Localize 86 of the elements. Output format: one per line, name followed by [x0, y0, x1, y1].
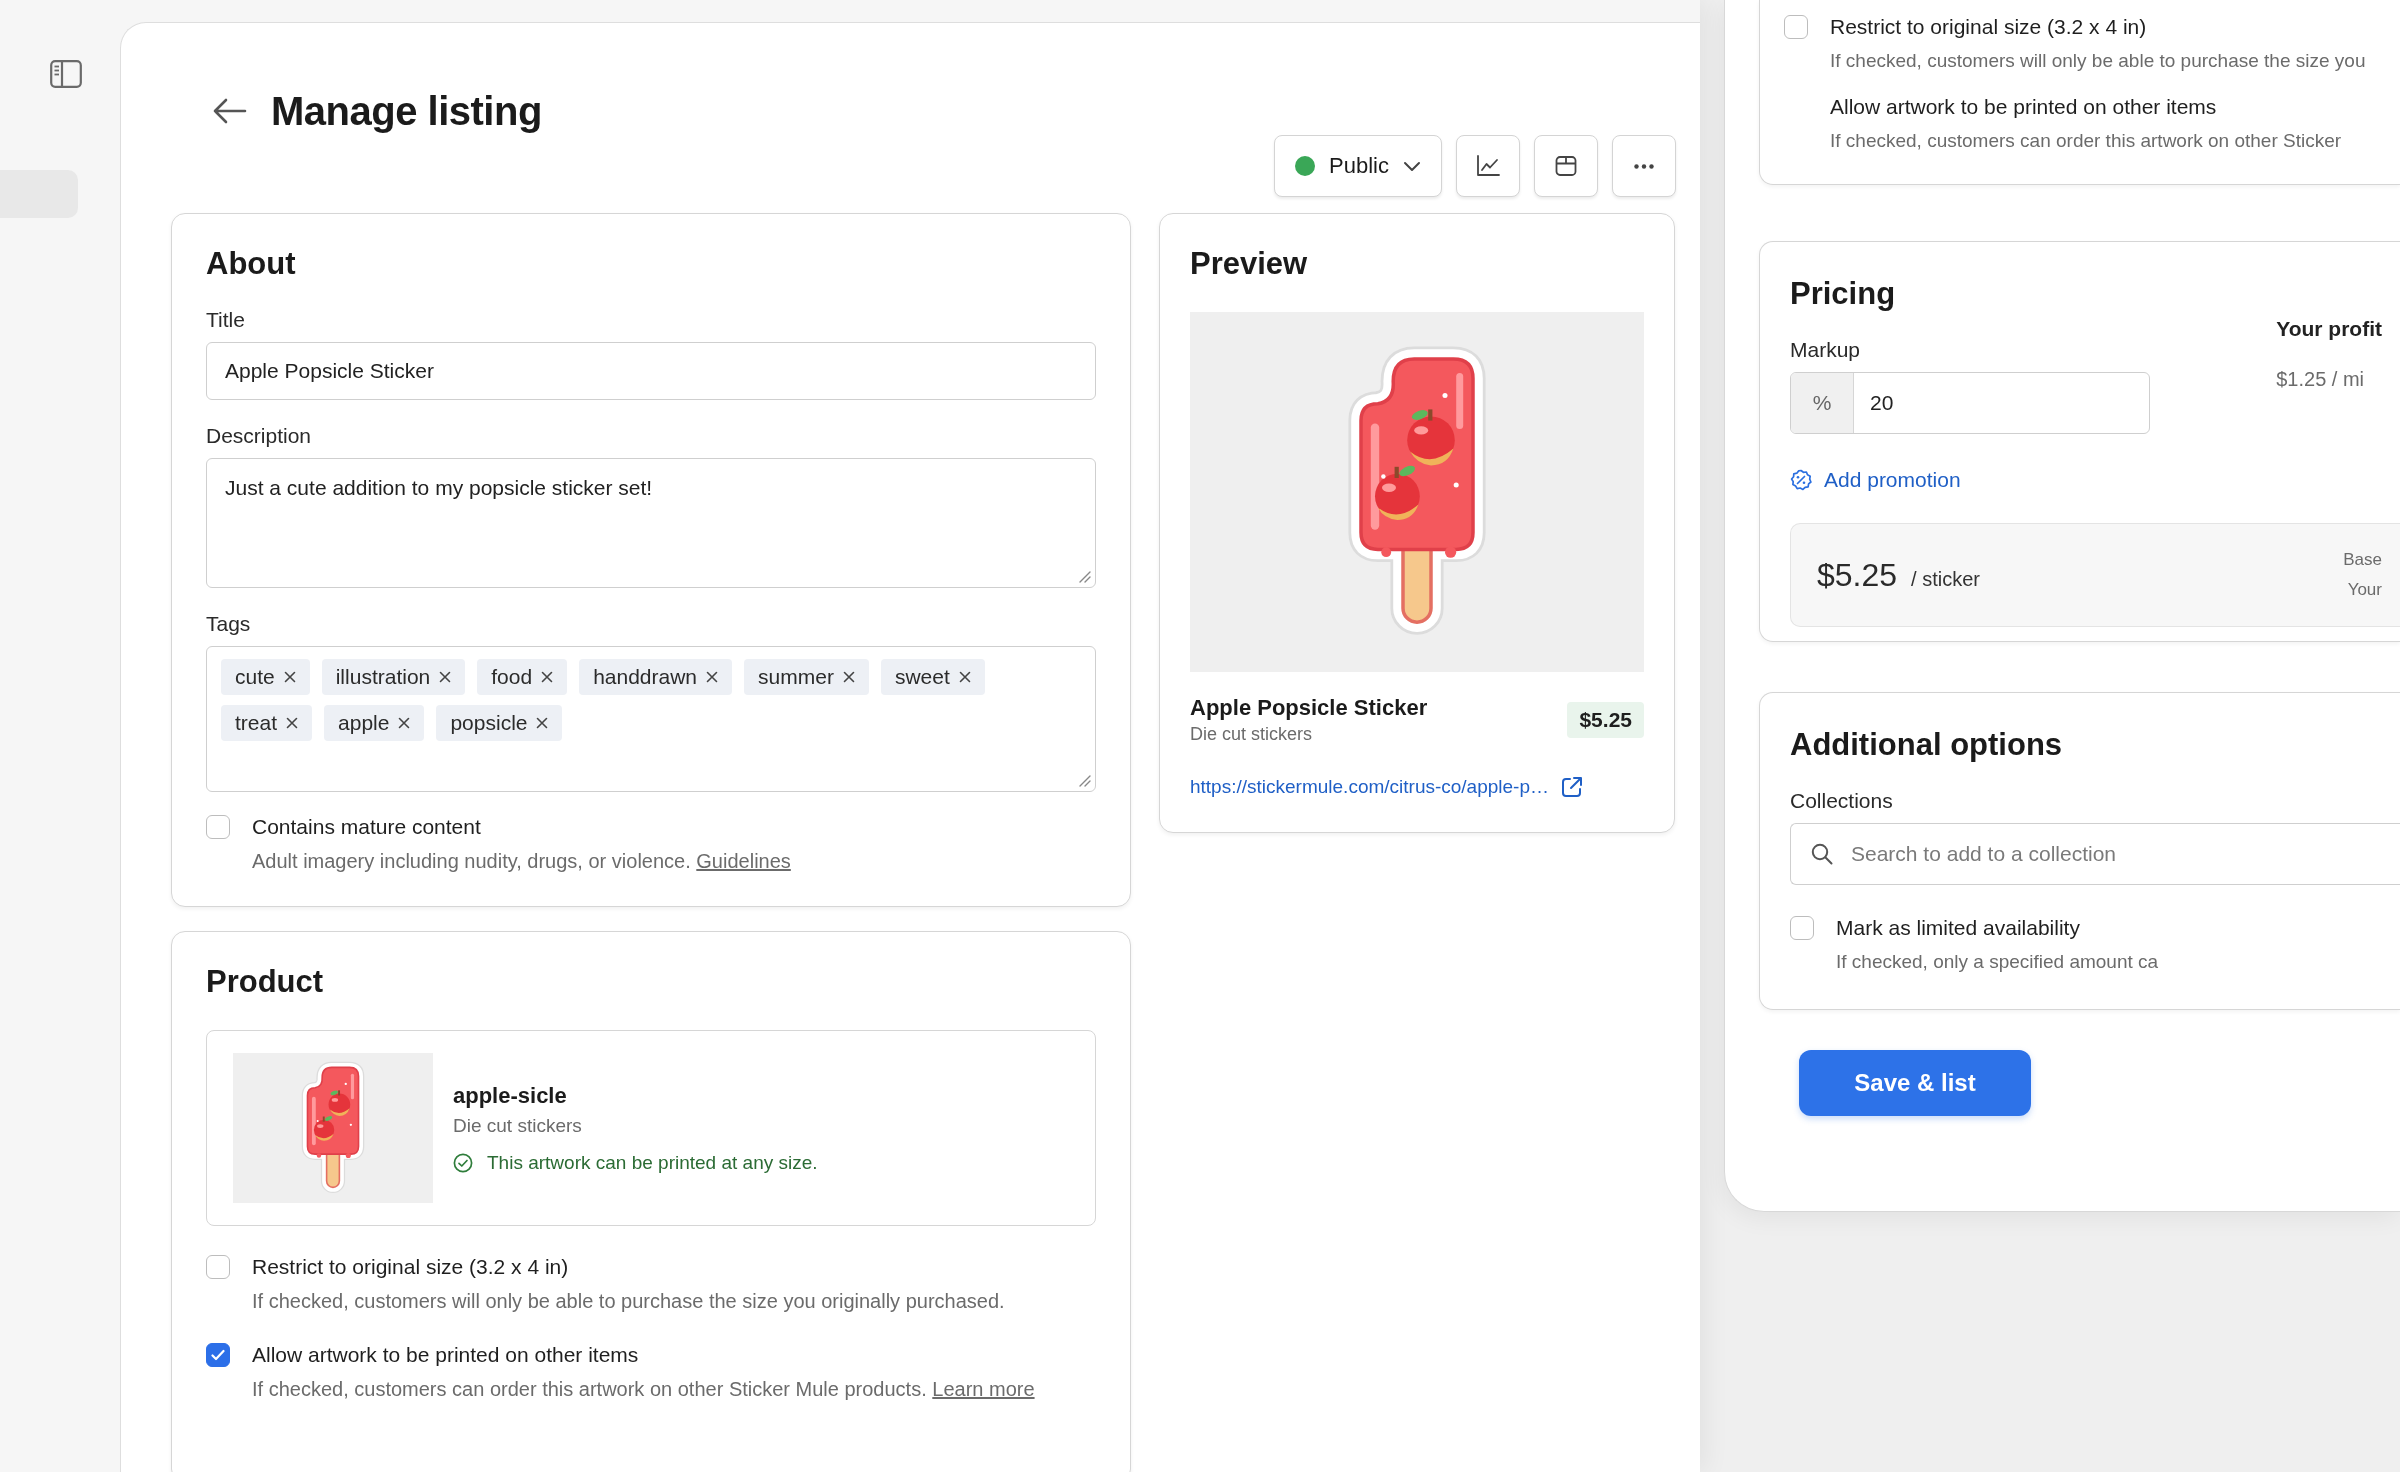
price-badge: $5.25	[1567, 702, 1644, 738]
listing-url-link[interactable]: https://stickermule.com/citrus-co/apple-p…	[1190, 776, 1549, 798]
checkbox[interactable]	[1790, 916, 1814, 940]
page-title: Manage listing	[271, 88, 542, 135]
save-button[interactable]: Save & list	[1799, 1050, 2031, 1116]
tag-label: treat	[235, 710, 278, 736]
back-arrow-icon[interactable]	[211, 97, 247, 125]
card-heading: Additional options	[1790, 727, 2064, 763]
sidebar-toggle-icon[interactable]	[50, 60, 82, 88]
more-icon	[1634, 163, 1654, 169]
close-icon[interactable]	[842, 671, 855, 683]
field-label: Tags	[206, 612, 252, 636]
line-chart-icon	[1476, 155, 1500, 177]
option-label: Allow artwork to be printed on other items	[1830, 94, 2218, 120]
card-heading: Preview	[1190, 246, 1309, 282]
option-description: If checked, customers will only be able to purchase the size you originally purchased.	[252, 1289, 1005, 1314]
field-label: Markup	[1790, 338, 1862, 362]
add-promotion-link[interactable]: Add promotion	[1790, 468, 1961, 492]
option-label: Contains mature content	[252, 814, 482, 840]
option-description: If checked, only a specified amount ca	[1836, 950, 2159, 974]
tag-label: handdrawn	[593, 664, 698, 690]
option-description: Adult imagery including nudity, drugs, or violence. Guidelines	[252, 849, 791, 874]
tag-label: cute	[235, 664, 275, 690]
option-label: Allow artwork to be printed on other items	[252, 1342, 640, 1368]
total-price: $5.25	[1817, 556, 1898, 594]
markup-input[interactable]: % 20	[1790, 372, 2150, 434]
discount-badge-icon	[1790, 469, 1812, 491]
checkbox[interactable]	[1784, 15, 1808, 39]
sticker-type: Die cut stickers	[1190, 723, 1314, 746]
resize-handle-icon[interactable]	[1079, 775, 1091, 787]
package-button[interactable]	[1534, 135, 1598, 197]
collection-search-field[interactable]: Search to add to a collection	[1790, 823, 2400, 885]
visibility-dropdown[interactable]: Public	[1274, 135, 1442, 197]
product-name: apple-sicle	[453, 1082, 568, 1110]
close-icon[interactable]	[706, 671, 719, 683]
card-heading: Pricing	[1790, 276, 1897, 312]
checkmark-icon	[211, 1349, 225, 1361]
option-label: Mark as limited availability	[1836, 915, 2081, 941]
tag-label: sweet	[894, 664, 950, 690]
field-label: Description	[206, 424, 313, 448]
checkbox[interactable]	[206, 1343, 230, 1367]
search-icon	[1811, 843, 1833, 865]
percent-addon: %	[1791, 373, 1854, 433]
breakdown-label: Base	[2343, 550, 2382, 570]
close-icon[interactable]	[958, 671, 971, 683]
product-type: Die cut stickers	[453, 1114, 583, 1138]
chevron-down-icon	[1403, 160, 1421, 172]
close-icon[interactable]	[541, 671, 554, 683]
card-heading: Product	[206, 964, 325, 1000]
close-icon[interactable]	[536, 717, 549, 729]
close-icon[interactable]	[398, 717, 411, 729]
card-heading: About	[206, 246, 297, 282]
title-input[interactable]: Apple Popsicle Sticker	[206, 342, 1096, 400]
option-label: Restrict to original size (3.2 x 4 in)	[252, 1254, 570, 1280]
option-description: If checked, customers can order this artwork on other Sticker Mule products. Learn more	[252, 1377, 1035, 1402]
close-icon[interactable]	[439, 671, 452, 683]
breakdown-label: Your	[2347, 580, 2382, 600]
checkbox[interactable]	[206, 1255, 230, 1279]
option-description: If checked, customers will only be able to purchase the size you	[1830, 49, 2366, 73]
profit-label: Your profit	[2276, 316, 2382, 342]
close-icon[interactable]	[286, 717, 299, 729]
description-textarea[interactable]: Just a cute addition to my popsicle sticker set!	[206, 458, 1096, 588]
print-size-notice: This artwork can be printed at any size.	[487, 1152, 818, 1174]
box-icon	[1554, 155, 1578, 177]
field-label: Collections	[1790, 789, 1894, 813]
check-circle-icon	[453, 1153, 473, 1173]
external-link-icon[interactable]	[1561, 776, 1583, 798]
field-label: Title	[206, 308, 246, 332]
tag-label: popsicle	[450, 710, 528, 736]
close-icon[interactable]	[283, 671, 296, 683]
tag-label: apple	[338, 710, 390, 736]
tag-label: illustration	[335, 664, 431, 690]
learn-more-link[interactable]: Learn more	[932, 1378, 1035, 1400]
guidelines-link[interactable]: Guidelines	[696, 850, 791, 872]
tag-label: summer	[758, 664, 834, 690]
tag-label: food	[491, 664, 533, 690]
profit-value: $1.25 / mi	[2276, 368, 2366, 391]
sticker-name: Apple Popsicle Sticker	[1190, 694, 1428, 722]
status-dot-icon	[1295, 156, 1316, 176]
stats-button[interactable]	[1456, 135, 1520, 197]
resize-handle-icon[interactable]	[1079, 571, 1091, 583]
checkbox[interactable]	[206, 815, 230, 839]
option-label: Restrict to original size (3.2 x 4 in)	[1830, 14, 2148, 40]
option-description: If checked, customers can order this artwork on other Sticker	[1830, 129, 2342, 153]
price-unit: / sticker	[1911, 567, 1980, 591]
tags-input[interactable]: cute illustration food handdrawn summer sweet treat apple popsicle	[206, 646, 1096, 792]
